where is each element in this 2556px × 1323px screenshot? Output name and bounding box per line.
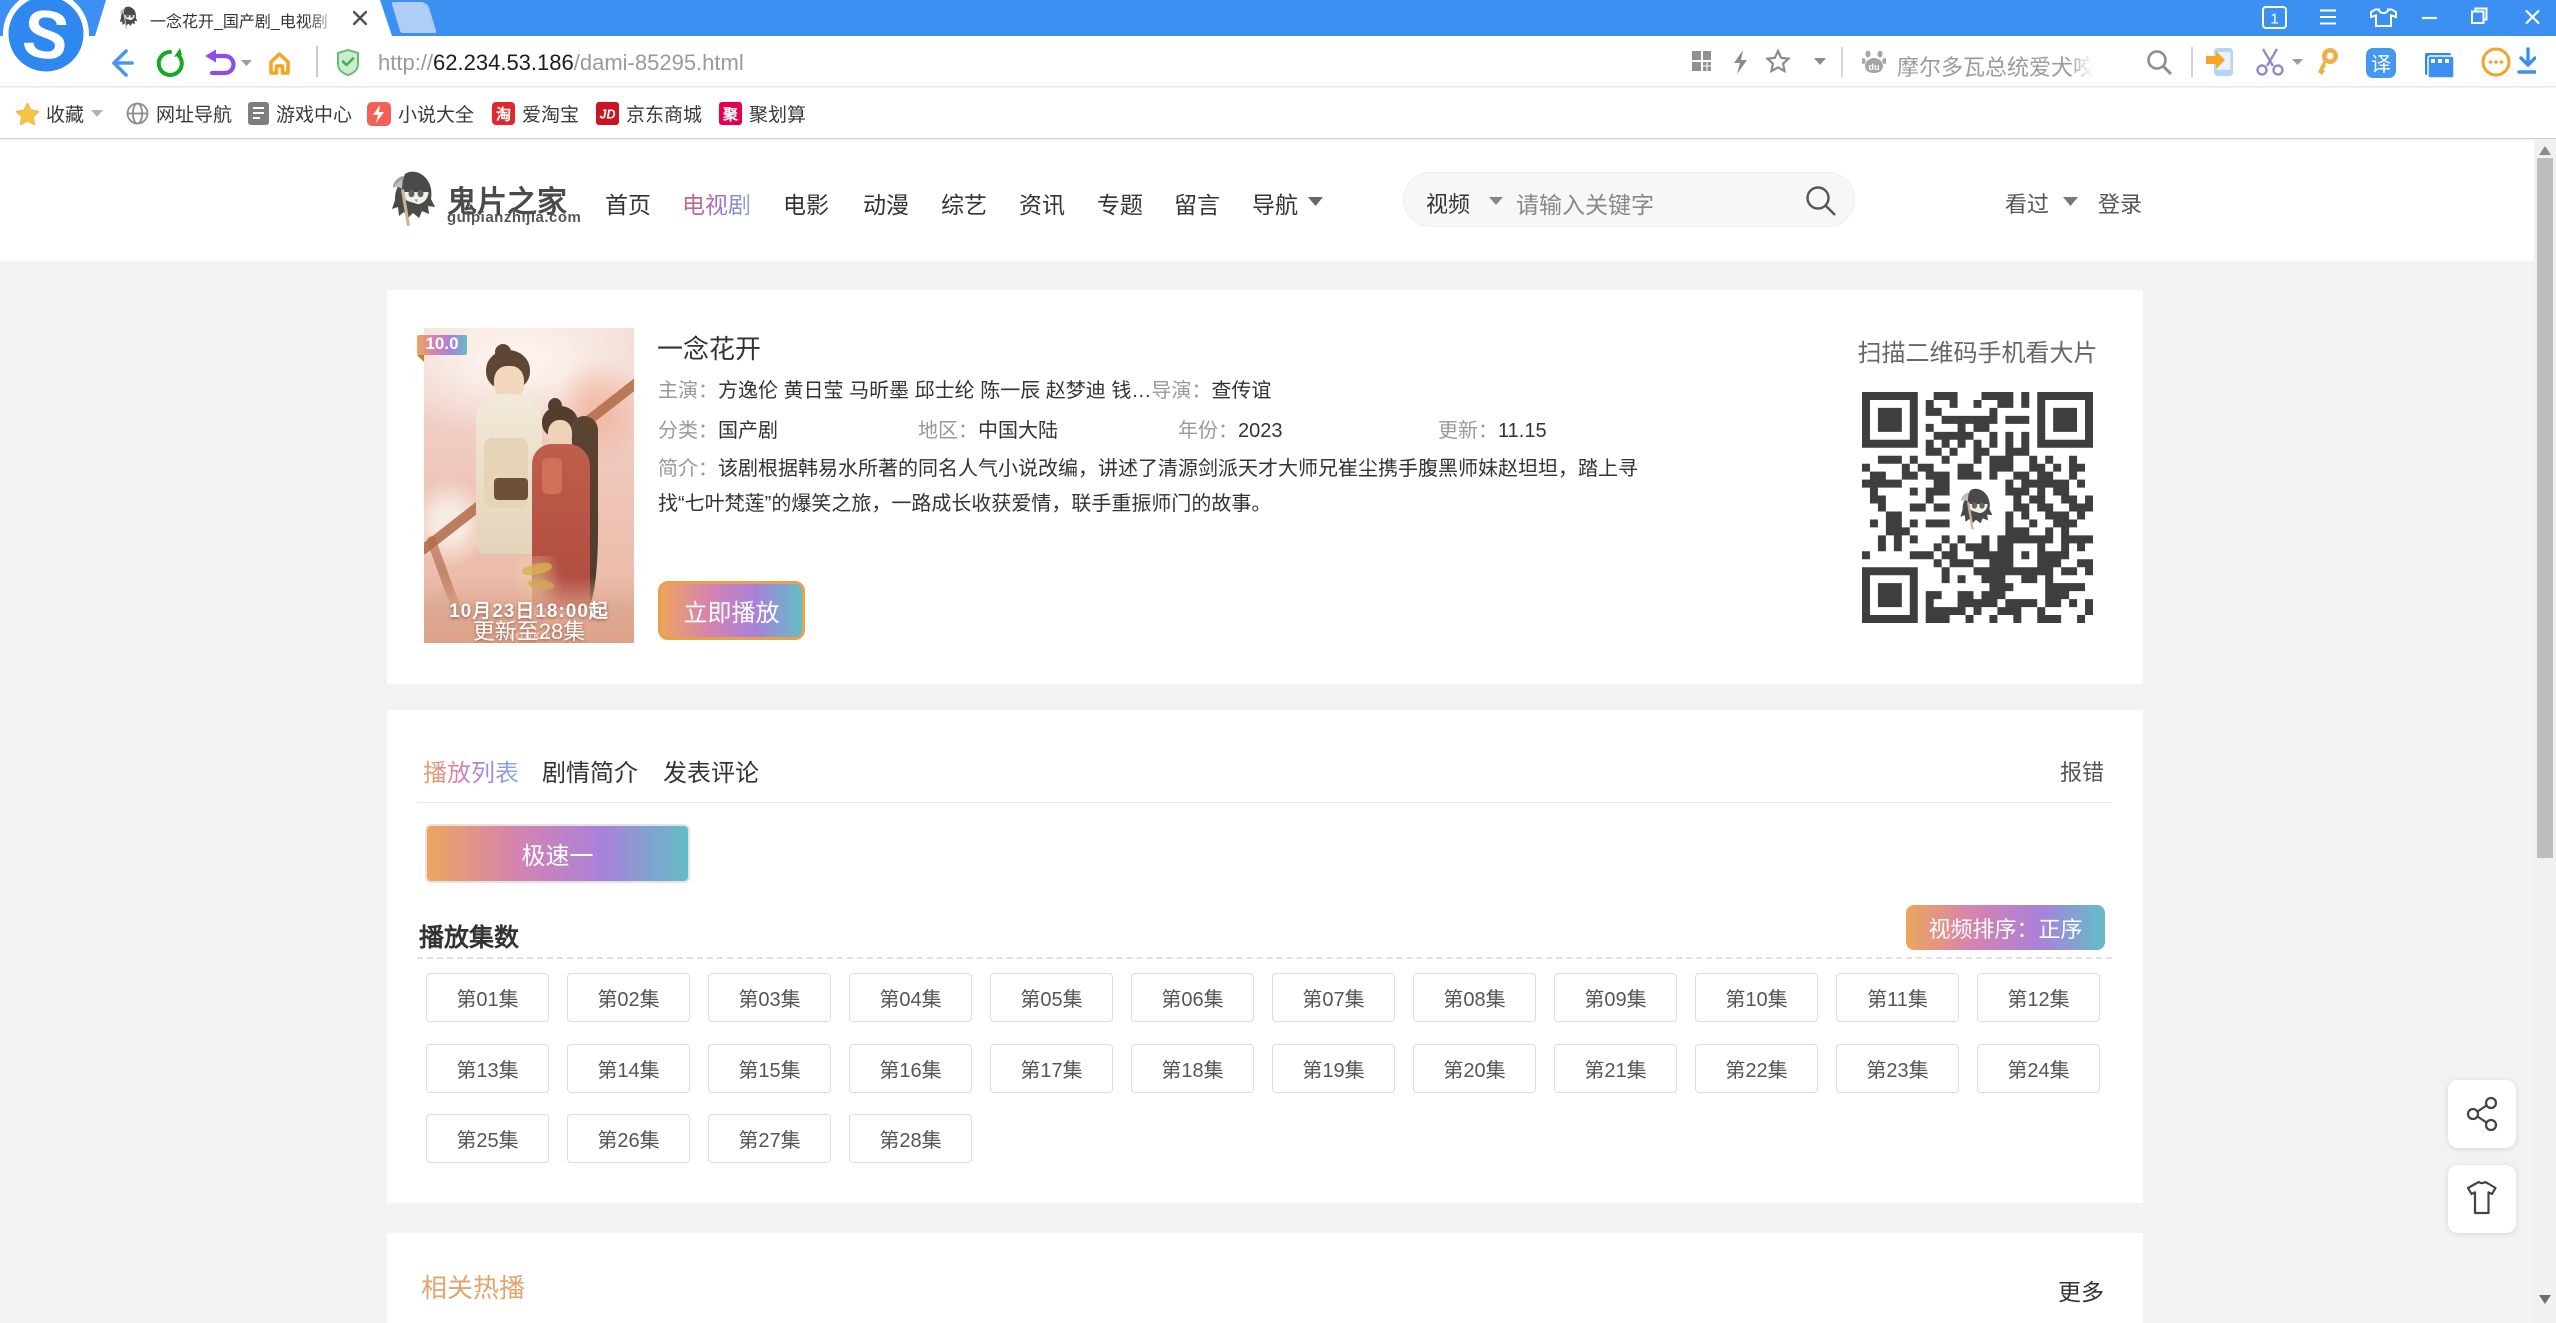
svg-text:du: du bbox=[1869, 62, 1880, 72]
svg-text:聚: 聚 bbox=[722, 107, 739, 124]
svg-text:JD: JD bbox=[600, 108, 616, 122]
svg-text:1: 1 bbox=[2270, 11, 2278, 28]
svg-text:译: 译 bbox=[2371, 53, 2391, 76]
svg-text:淘: 淘 bbox=[495, 106, 511, 124]
